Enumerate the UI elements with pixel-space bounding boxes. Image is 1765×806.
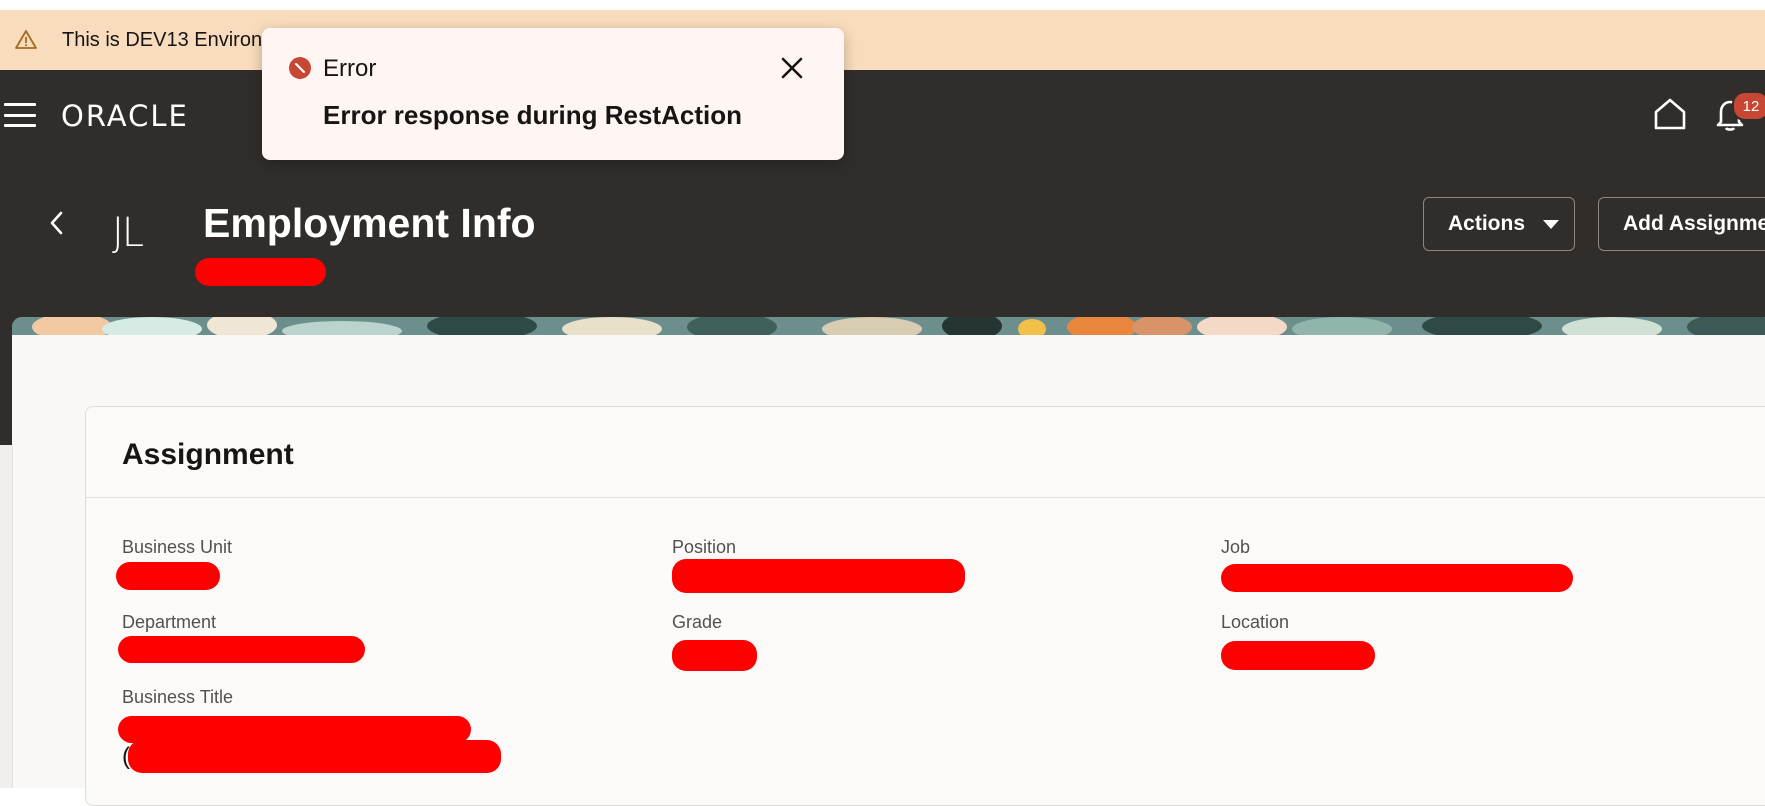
job-label: Job	[1221, 537, 1251, 557]
toast-message: Error response during RestAction	[323, 100, 742, 130]
add-assignment-button[interactable]: Add Assignment	[1598, 197, 1765, 251]
environment-banner-text: This is DEV13 Environ	[62, 28, 263, 51]
actions-button-label: Actions	[1448, 212, 1526, 235]
location-value-redacted	[1221, 641, 1375, 670]
grade-value-redacted	[672, 640, 757, 671]
redacted-person-name	[195, 258, 326, 286]
location-label: Location	[1221, 612, 1290, 632]
business-title-value-redacted-line2	[128, 740, 501, 773]
error-toast: Error Error response during RestAction	[262, 28, 844, 160]
business-title-value-redacted	[118, 716, 471, 743]
close-icon[interactable]	[777, 53, 807, 83]
caret-down-icon	[1543, 219, 1560, 229]
home-icon[interactable]	[1652, 96, 1688, 132]
position-label: Position	[672, 537, 737, 557]
grade-label: Grade	[672, 612, 723, 632]
back-chevron-icon[interactable]	[46, 208, 68, 238]
page-title: Employment Info	[203, 200, 536, 246]
job-value-redacted	[1221, 564, 1573, 592]
notifications-count-badge[interactable]: 12	[1732, 91, 1765, 121]
actions-button[interactable]: Actions	[1423, 197, 1575, 251]
error-icon	[288, 56, 312, 80]
business-unit-value-redacted	[116, 562, 220, 590]
avatar: JL	[112, 210, 144, 256]
position-value-redacted	[672, 559, 965, 593]
decorative-banner-pattern	[12, 317, 1765, 335]
left-gutter	[0, 445, 13, 788]
add-assignment-button-label: Add Assignment	[1623, 212, 1765, 235]
toast-title: Error	[323, 55, 377, 82]
oracle-logo[interactable]: ORACLE	[61, 99, 189, 133]
department-value-redacted	[118, 636, 365, 663]
department-label: Department	[122, 612, 217, 632]
business-unit-label: Business Unit	[122, 537, 233, 557]
card-divider	[86, 497, 1765, 498]
menu-icon[interactable]	[4, 103, 36, 127]
assignment-title: Assignment	[122, 438, 294, 471]
top-strip	[0, 0, 1765, 10]
warning-icon	[14, 28, 38, 52]
business-title-label: Business Title	[122, 687, 234, 707]
